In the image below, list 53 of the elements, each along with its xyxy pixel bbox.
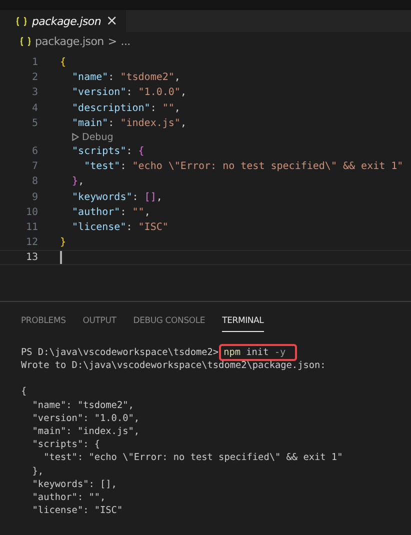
breadcrumb-separator: > — [108, 34, 117, 48]
terminal-line: "scripts": { — [31, 438, 102, 452]
play-icon — [72, 133, 79, 142]
terminal-line: "keywords": [], — [31, 478, 118, 491]
line-number: 4 — [30, 102, 38, 114]
line-number: 10 — [24, 206, 38, 218]
line-number: 6 — [30, 146, 38, 158]
json-file-icon — [20, 36, 31, 46]
terminal-line: "test": "echo \"Error: no test specified\" && exit 1" — [42, 451, 344, 464]
line-number: 2 — [30, 72, 38, 84]
code-line: "main": "index.js", — [71, 118, 186, 129]
line-number: 11 — [24, 222, 38, 233]
terminal-line: "version": "1.0.0", — [31, 412, 141, 425]
terminal-line: "main": "index.js", — [31, 425, 141, 438]
code-line: "author": "", — [71, 206, 150, 218]
code-line: "version": "1.0.0", — [71, 87, 186, 98]
line-number: 8 — [30, 176, 38, 188]
text-cursor — [60, 251, 62, 264]
line-number: 1 — [30, 57, 38, 68]
code-line: { — [60, 57, 66, 68]
code-line: "description": "", — [71, 102, 180, 114]
line-number: 9 — [30, 192, 38, 203]
line-number: 12 — [24, 237, 38, 248]
terminal-command: npm init -y — [218, 344, 297, 362]
breadcrumb-item[interactable]: ... — [120, 34, 130, 48]
code-line: "scripts": { — [71, 146, 144, 158]
terminal-prompt: PS D:\java\vscodeworkspace\tsdome2> — [21, 347, 219, 358]
panel-tab[interactable]: DEBUG CONSOLE — [133, 316, 206, 331]
code-line: } — [60, 237, 66, 248]
terminal-line: "license": "ISC" — [31, 504, 124, 518]
terminal-line: "author": "", — [31, 490, 107, 504]
terminal-line: Wrote to D:\java\vscodeworkspace\tsdome2\package.json: — [21, 359, 327, 372]
code-line: "test": "echo \"Error: no test specified\" && exit 1" — [83, 161, 404, 172]
terminal-line: }, — [31, 464, 45, 478]
tab-label: package.json — [32, 14, 102, 28]
close-icon[interactable]: × — [106, 14, 118, 28]
debug-codelens[interactable]: Debug — [72, 132, 114, 143]
line-number: 3 — [30, 87, 38, 98]
editor-tab[interactable]: package.json × — [0, 10, 126, 32]
panel-tab[interactable]: TERMINAL — [222, 316, 264, 332]
panel-tab[interactable]: PROBLEMS — [21, 316, 66, 331]
terminal-line: { — [21, 385, 28, 399]
code-line: "name": "tsdome2", — [71, 72, 180, 84]
json-file-icon — [16, 16, 27, 26]
code-line: "license": "ISC" — [71, 222, 168, 233]
breadcrumb-item[interactable]: package.json — [35, 34, 104, 48]
panel-tab[interactable]: OUTPUT — [82, 316, 116, 331]
line-number: 7 — [30, 161, 38, 172]
line-number: 13 — [24, 252, 38, 264]
line-number: 5 — [30, 118, 38, 129]
code-line: }, — [71, 176, 84, 188]
terminal-line: "name": "tsdome2", — [31, 398, 135, 412]
code-line: "keywords": [], — [71, 192, 162, 203]
